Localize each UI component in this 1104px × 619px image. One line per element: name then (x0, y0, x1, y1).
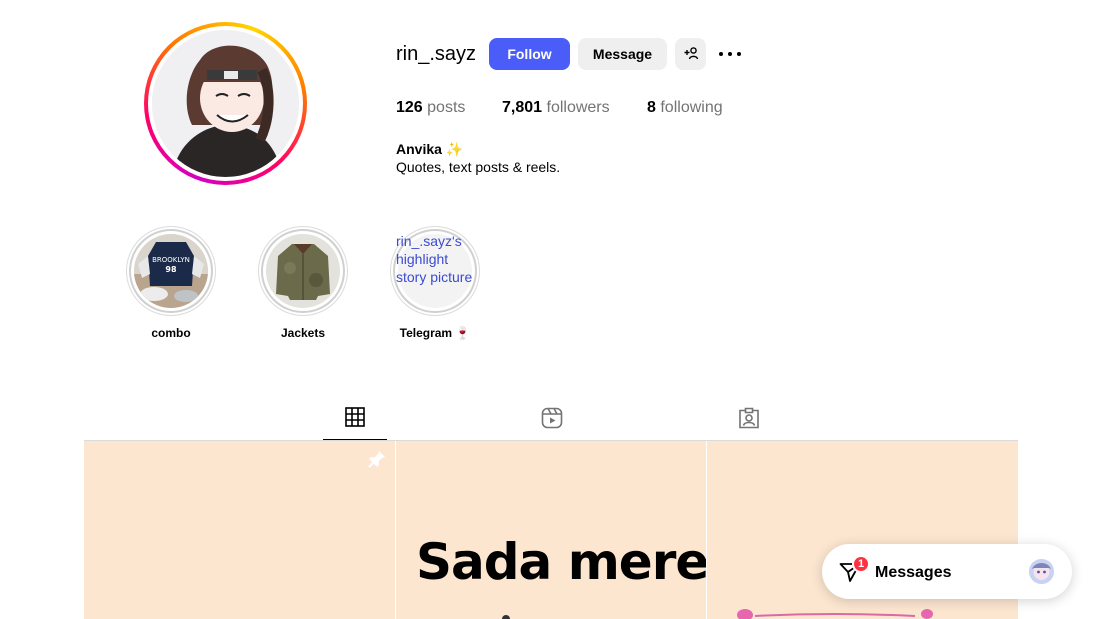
highlight-thumbnail: BROOKLYN 98 (134, 234, 208, 308)
messages-widget[interactable]: 1 Messages (822, 544, 1072, 599)
grid-icon (345, 407, 365, 439)
tab-posts[interactable] (323, 403, 387, 441)
reels-icon (541, 407, 563, 440)
bio-name-text: Anvika (396, 141, 442, 157)
following-count-label: following (660, 99, 723, 116)
avatar-border (148, 26, 303, 181)
highlight-ring: BROOKLYN 98 (126, 226, 216, 316)
avatar (1029, 559, 1054, 584)
highlight-ring: rin_.sayz's highlight story picture (390, 226, 480, 316)
profile-avatar-ring[interactable] (144, 22, 307, 185)
highlight-combo[interactable]: BROOKLYN 98 combo (126, 226, 216, 340)
highlight-jackets[interactable]: Jackets (258, 226, 348, 340)
svg-text:98: 98 (165, 265, 177, 274)
followers-count-label: followers (546, 99, 610, 116)
pin-icon (367, 449, 387, 474)
post-tile[interactable] (84, 441, 395, 619)
highlight-telegram[interactable]: rin_.sayz's highlight story picture Tele… (390, 226, 480, 340)
tab-reels[interactable] (520, 403, 584, 440)
posts-count-value: 126 (396, 99, 423, 116)
post-decoration (737, 609, 933, 619)
sparkles-emoji: ✨ (445, 141, 464, 157)
post-decoration (502, 615, 510, 619)
message-button[interactable]: Message (578, 38, 667, 70)
highlight-thumbnail (266, 234, 340, 308)
bio-name: Anvika ✨ (396, 141, 463, 158)
more-options-icon[interactable] (717, 44, 743, 64)
bio-text: Quotes, text posts & reels. (396, 159, 561, 175)
unread-badge: 1 (852, 555, 870, 573)
following-count[interactable]: 8 following (647, 99, 723, 117)
messages-label: Messages (875, 564, 952, 581)
posts-count-label: posts (427, 99, 466, 116)
followers-count[interactable]: 7,801 followers (502, 99, 610, 117)
add-user-button[interactable] (675, 38, 706, 70)
tagged-icon (738, 407, 760, 440)
broken-image-alt-text: rin_.sayz's highlight story picture (396, 233, 473, 285)
followers-count-value: 7,801 (502, 99, 543, 116)
posts-count: 126 posts (396, 99, 465, 117)
tab-tagged[interactable] (717, 403, 781, 440)
following-count-value: 8 (647, 99, 656, 116)
highlight-label: Jackets (280, 326, 326, 340)
add-user-icon (683, 45, 699, 64)
profile-avatar (152, 30, 299, 177)
follow-button[interactable]: Follow (489, 38, 570, 70)
profile-username: rin_.sayz (396, 43, 477, 65)
svg-text:BROOKLYN: BROOKLYN (152, 256, 190, 264)
highlight-ring (258, 226, 348, 316)
post-tile[interactable]: Sada mere (396, 441, 706, 619)
highlight-label: combo (151, 326, 191, 340)
post-text: Sada mere (416, 533, 706, 591)
highlight-label: Telegram 🍷 (399, 326, 471, 340)
